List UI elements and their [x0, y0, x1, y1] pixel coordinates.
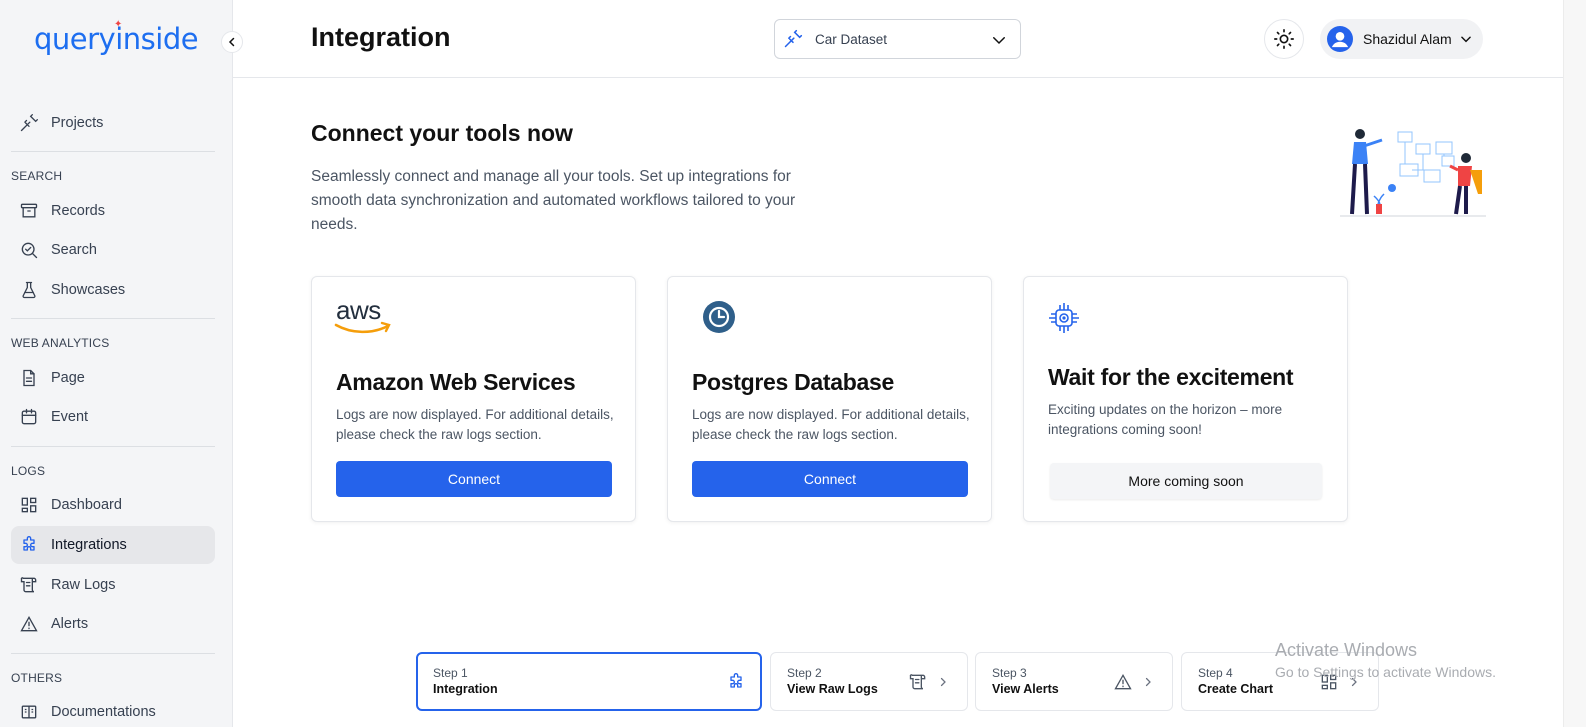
sidebar-item-label: Dashboard — [51, 497, 122, 513]
sidebar-item-projects[interactable]: Projects — [11, 104, 215, 142]
sidebar-item-label: Showcases — [51, 282, 126, 298]
windows-activation-title: Activate Windows — [1275, 640, 1418, 660]
sidebar-item-label: Search — [51, 242, 97, 258]
plug-connect-icon — [784, 29, 803, 48]
dashboard-icon — [21, 497, 37, 513]
integration-card-coming-soon: Wait for the excitement Exciting updates… — [1023, 276, 1348, 522]
divider — [11, 318, 215, 319]
logo-sparkle-icon: ✦ — [114, 19, 123, 30]
section-label-logs: LOGS — [11, 464, 46, 478]
sidebar-item-alerts[interactable]: Alerts — [11, 605, 215, 643]
sidebar: queryinside ✦ Projects SEARCH Records Se… — [0, 0, 233, 727]
section-label-web-analytics: WEB ANALYTICS — [11, 336, 110, 350]
sidebar-item-showcases[interactable]: Showcases — [11, 271, 215, 309]
puzzle-icon — [23, 536, 35, 551]
card-description: Exciting updates on the horizon – more i… — [1048, 402, 1283, 437]
sidebar-item-dashboard[interactable]: Dashboard — [11, 486, 215, 524]
collapse-sidebar-button[interactable] — [221, 31, 243, 53]
connect-postgres-button[interactable]: Connect — [692, 461, 968, 497]
sidebar-item-label: Alerts — [51, 616, 89, 632]
chip-gear-icon — [1049, 303, 1079, 333]
user-menu-button[interactable]: Shazidul Alam — [1320, 19, 1483, 59]
alert-triangle-icon — [1114, 673, 1132, 690]
connect-aws-button[interactable]: Connect — [336, 461, 612, 497]
integration-card-aws: aws Amazon Web Services Logs are now dis… — [311, 276, 636, 522]
step-integration[interactable]: Step 1 Integration — [416, 652, 762, 711]
card-title: Amazon Web Services — [336, 369, 576, 395]
chevron-right-icon — [1145, 677, 1151, 687]
avatar — [1327, 26, 1353, 52]
top-header: Integration Car Dataset Shazidul Alam — [233, 0, 1563, 78]
alert-triangle-icon — [20, 615, 38, 632]
step-number: Step 1 — [433, 666, 468, 680]
sidebar-item-label: Raw Logs — [51, 577, 116, 593]
windows-activation-subtitle: Go to Settings to activate Windows. — [1275, 664, 1496, 680]
hero-title: Connect your tools now — [311, 120, 573, 146]
step-view-raw-logs[interactable]: Step 2 View Raw Logs — [770, 652, 968, 711]
scroll-icon — [20, 577, 37, 593]
card-description: Logs are now displayed. For additional d… — [692, 407, 970, 442]
user-name: Shazidul Alam — [1363, 31, 1452, 47]
card-description: Logs are now displayed. For additional d… — [336, 407, 614, 442]
archive-icon — [20, 203, 38, 218]
sidebar-item-raw-logs[interactable]: Raw Logs — [11, 566, 215, 604]
divider — [11, 653, 215, 654]
step-view-alerts[interactable]: Step 3 View Alerts — [975, 652, 1173, 711]
sidebar-item-search[interactable]: Search — [11, 231, 215, 269]
sidebar-item-documentations[interactable]: Documentations — [11, 693, 215, 727]
sidebar-item-label: Integrations — [51, 537, 127, 553]
more-coming-soon-button[interactable]: More coming soon — [1050, 463, 1322, 499]
divider — [11, 151, 215, 152]
sidebar-item-records[interactable]: Records — [11, 192, 215, 230]
sidebar-item-label: Records — [51, 203, 105, 219]
sidebar-item-integrations[interactable]: Integrations — [11, 526, 215, 564]
sun-icon — [1274, 29, 1294, 49]
chevron-down-icon — [993, 37, 1005, 45]
page-title: Integration — [311, 22, 451, 52]
hero-description: Seamlessly connect and manage all your t… — [311, 168, 796, 233]
chevron-down-icon — [1461, 36, 1471, 43]
aws-smile-icon — [334, 321, 391, 334]
puzzle-icon — [730, 673, 742, 688]
section-label-others: OTHERS — [11, 671, 63, 685]
sidebar-item-page[interactable]: Page — [11, 359, 215, 397]
dataset-select[interactable]: Car Dataset — [774, 19, 1021, 59]
flask-icon — [22, 281, 36, 299]
page-scrollbar[interactable] — [1563, 0, 1586, 727]
theme-toggle-button[interactable] — [1264, 19, 1304, 59]
integration-illustration — [1340, 129, 1486, 217]
document-icon — [23, 369, 35, 387]
chevron-left-icon — [228, 37, 235, 47]
sidebar-item-label: Event — [51, 409, 89, 425]
plug-icon — [20, 114, 38, 132]
card-title: Wait for the excitement — [1048, 364, 1294, 390]
scroll-icon — [909, 674, 926, 690]
sidebar-item-label: Documentations — [51, 704, 156, 720]
aws-logo: aws — [334, 295, 391, 334]
book-icon — [21, 705, 37, 719]
section-label-search: SEARCH — [11, 169, 63, 183]
calendar-icon — [21, 408, 37, 425]
dataset-select-value: Car Dataset — [815, 31, 888, 47]
sidebar-item-event[interactable]: Event — [11, 398, 215, 436]
chevron-right-icon — [940, 677, 946, 687]
postgres-logo-icon — [703, 301, 735, 333]
card-title: Postgres Database — [692, 369, 894, 395]
search-check-icon — [21, 242, 38, 259]
sidebar-item-label: Projects — [51, 115, 104, 131]
divider — [11, 446, 215, 447]
sidebar-item-label: Page — [51, 370, 85, 386]
integration-card-postgres: Postgres Database Logs are now displayed… — [667, 276, 992, 522]
step-name: Integration — [433, 682, 498, 696]
